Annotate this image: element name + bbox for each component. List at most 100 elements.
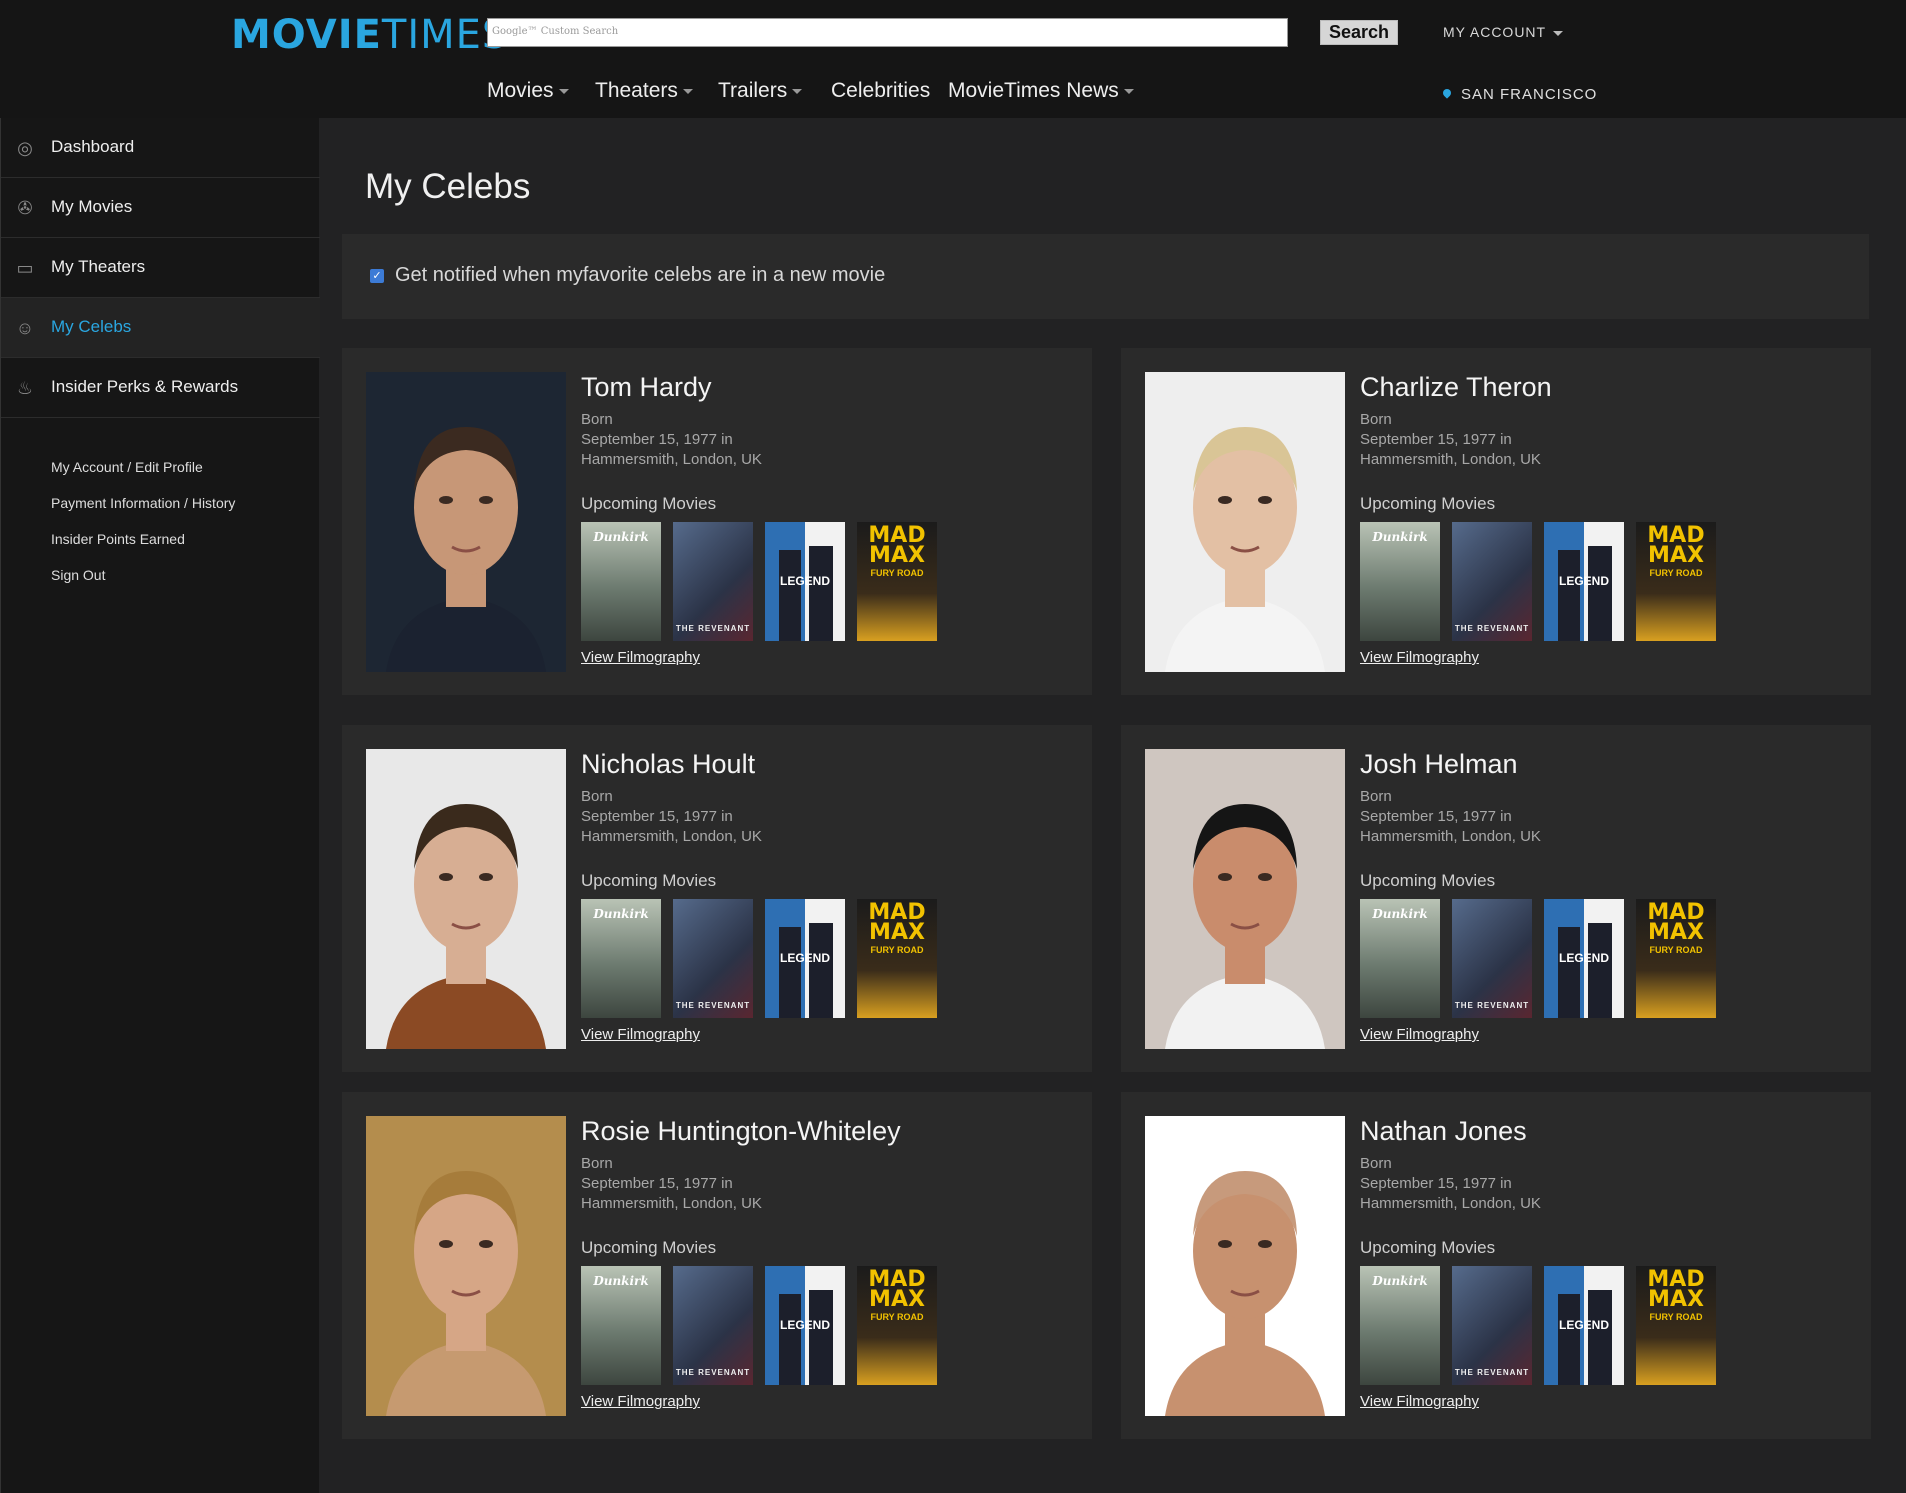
poster-dunkirk[interactable]: Dunkirk bbox=[1360, 1266, 1440, 1385]
poster-mad-max-fury-road[interactable]: MAD MAX FURY ROAD bbox=[857, 899, 937, 1018]
drink-cup-icon: ♨ bbox=[16, 378, 34, 398]
poster-mad-max-fury-road[interactable]: MAD MAX FURY ROAD bbox=[1636, 522, 1716, 641]
celeb-photo[interactable] bbox=[1145, 749, 1345, 1049]
poster-mad-max-fury-road[interactable]: MAD MAX FURY ROAD bbox=[1636, 899, 1716, 1018]
nav-theaters[interactable]: Theaters bbox=[595, 79, 693, 103]
sidebar-item-my-movies[interactable]: ✇ My Movies bbox=[1, 178, 320, 238]
upcoming-movies-label: Upcoming Movies bbox=[1360, 1238, 1496, 1257]
link-payment-history[interactable]: Payment Information / History bbox=[51, 495, 235, 511]
upcoming-movies-label: Upcoming Movies bbox=[581, 494, 717, 513]
search-button[interactable]: Search bbox=[1320, 20, 1398, 45]
celeb-card: Tom Hardy Born September 15, 1977 in Hammer… bbox=[342, 348, 1092, 695]
view-filmography-link[interactable]: View Filmography bbox=[1360, 1026, 1479, 1043]
sidebar-item-my-celebs[interactable]: ☺ My Celebs bbox=[1, 298, 320, 358]
location-selector[interactable]: SAN FRANCISCO bbox=[1441, 86, 1598, 103]
celeb-born-info: Born September 15, 1977 in Hammersmith, Lo… bbox=[1360, 787, 1541, 847]
celeb-photo[interactable] bbox=[1145, 372, 1345, 672]
celeb-born-info: Born September 15, 1977 in Hammersmith, Lo… bbox=[581, 787, 762, 847]
view-filmography-link[interactable]: View Filmography bbox=[1360, 649, 1479, 666]
nav-trailers[interactable]: Trailers bbox=[718, 79, 803, 103]
celeb-photo[interactable] bbox=[1145, 1116, 1345, 1416]
upcoming-movies-label: Upcoming Movies bbox=[581, 1238, 717, 1257]
poster-the-revenant[interactable]: THE REVENANT bbox=[673, 1266, 753, 1385]
upcoming-movies-label: Upcoming Movies bbox=[1360, 871, 1496, 890]
poster-legend[interactable]: LEGEND bbox=[765, 1266, 845, 1385]
celeb-name[interactable]: Charlize Theron bbox=[1360, 372, 1552, 403]
poster-legend[interactable]: LEGEND bbox=[1544, 522, 1624, 641]
sidebar-item-dashboard[interactable]: ◎ Dashboard bbox=[1, 118, 320, 178]
born-place: Hammersmith, London, UK bbox=[581, 828, 762, 845]
celeb-name[interactable]: Rosie Huntington-Whiteley bbox=[581, 1116, 901, 1147]
celeb-name[interactable]: Nathan Jones bbox=[1360, 1116, 1527, 1147]
celeb-card: Rosie Huntington-Whiteley Born September 1… bbox=[342, 1092, 1092, 1439]
poster-mad-max-fury-road[interactable]: MAD MAX FURY ROAD bbox=[857, 1266, 937, 1385]
born-label: Born bbox=[581, 411, 613, 428]
chevron-down-icon bbox=[1123, 88, 1134, 94]
poster-dunkirk[interactable]: Dunkirk bbox=[1360, 899, 1440, 1018]
chevron-down-icon bbox=[558, 88, 569, 94]
link-sign-out[interactable]: Sign Out bbox=[51, 567, 105, 583]
poster-dunkirk[interactable]: Dunkirk bbox=[581, 899, 661, 1018]
chevron-down-icon bbox=[792, 88, 803, 94]
poster-the-revenant[interactable]: THE REVENANT bbox=[1452, 899, 1532, 1018]
celeb-born-info: Born September 15, 1977 in Hammersmith, Lo… bbox=[1360, 1154, 1541, 1214]
poster-the-revenant[interactable]: THE REVENANT bbox=[673, 522, 753, 641]
nav-movietimes-news[interactable]: MovieTimes News bbox=[948, 79, 1134, 103]
notify-checkbox[interactable]: ✓ bbox=[370, 269, 384, 283]
born-label: Born bbox=[1360, 788, 1392, 805]
celeb-name[interactable]: Nicholas Hoult bbox=[581, 749, 755, 780]
born-label: Born bbox=[581, 1155, 613, 1172]
nav-movies[interactable]: Movies bbox=[487, 79, 569, 103]
poster-the-revenant[interactable]: THE REVENANT bbox=[1452, 522, 1532, 641]
celeb-name[interactable]: Josh Helman bbox=[1360, 749, 1518, 780]
sidebar-item-my-theaters[interactable]: ▭ My Theaters bbox=[1, 238, 320, 298]
top-header: MOVIETIMES Google™ Custom Search Search … bbox=[0, 0, 1906, 118]
chevron-down-icon bbox=[682, 88, 693, 94]
map-pin-icon bbox=[1441, 87, 1453, 99]
born-label: Born bbox=[1360, 411, 1392, 428]
poster-dunkirk[interactable]: Dunkirk bbox=[581, 522, 661, 641]
born-date: September 15, 1977 in bbox=[1360, 1175, 1512, 1192]
celeb-photo[interactable] bbox=[366, 372, 566, 672]
born-date: September 15, 1977 in bbox=[581, 431, 733, 448]
view-filmography-link[interactable]: View Filmography bbox=[581, 1026, 700, 1043]
poster-mad-max-fury-road[interactable]: MAD MAX FURY ROAD bbox=[857, 522, 937, 641]
view-filmography-link[interactable]: View Filmography bbox=[1360, 1393, 1479, 1410]
poster-mad-max-fury-road[interactable]: MAD MAX FURY ROAD bbox=[1636, 1266, 1716, 1385]
my-account-menu[interactable]: MY ACCOUNT bbox=[1443, 24, 1564, 40]
celeb-born-info: Born September 15, 1977 in Hammersmith, Lo… bbox=[581, 1154, 762, 1214]
sidebar-item-insider-perks[interactable]: ♨ Insider Perks & Rewards bbox=[1, 358, 320, 418]
sidebar: ◎ Dashboard ✇ My Movies ▭ My Theaters ☺ … bbox=[0, 118, 320, 1493]
born-date: September 15, 1977 in bbox=[1360, 431, 1512, 448]
poster-legend[interactable]: LEGEND bbox=[1544, 899, 1624, 1018]
born-place: Hammersmith, London, UK bbox=[1360, 828, 1541, 845]
view-filmography-link[interactable]: View Filmography bbox=[581, 649, 700, 666]
dashboard-icon: ◎ bbox=[17, 138, 33, 158]
logo-bold: MOVIE bbox=[231, 12, 382, 58]
view-filmography-link[interactable]: View Filmography bbox=[581, 1393, 700, 1410]
notify-panel: ✓ Get notified when myfavorite celebs ar… bbox=[342, 234, 1869, 319]
link-insider-points[interactable]: Insider Points Earned bbox=[51, 531, 185, 547]
born-place: Hammersmith, London, UK bbox=[581, 451, 762, 468]
celeb-card: Charlize Theron Born September 15, 1977 in… bbox=[1121, 348, 1871, 695]
celeb-photo[interactable] bbox=[366, 1116, 566, 1416]
notify-label: Get notified when myfavorite celebs are … bbox=[395, 264, 886, 286]
movietimes-logo[interactable]: MOVIETIMES bbox=[231, 12, 508, 58]
celeb-photo[interactable] bbox=[366, 749, 566, 1049]
born-date: September 15, 1977 in bbox=[1360, 808, 1512, 825]
poster-legend[interactable]: LEGEND bbox=[765, 899, 845, 1018]
celeb-card: Nathan Jones Born September 15, 1977 in Ham… bbox=[1121, 1092, 1871, 1439]
search-input[interactable]: Google™ Custom Search bbox=[487, 18, 1288, 47]
celeb-born-info: Born September 15, 1977 in Hammersmith, Lo… bbox=[1360, 410, 1541, 470]
poster-legend[interactable]: LEGEND bbox=[765, 522, 845, 641]
nav-celebrities[interactable]: Celebrities bbox=[831, 79, 930, 103]
poster-dunkirk[interactable]: Dunkirk bbox=[581, 1266, 661, 1385]
poster-the-revenant[interactable]: THE REVENANT bbox=[1452, 1266, 1532, 1385]
poster-legend[interactable]: LEGEND bbox=[1544, 1266, 1624, 1385]
link-account-edit-profile[interactable]: My Account / Edit Profile bbox=[51, 459, 203, 475]
poster-dunkirk[interactable]: Dunkirk bbox=[1360, 522, 1440, 641]
celeb-card: Josh Helman Born September 15, 1977 in Hamm… bbox=[1121, 725, 1871, 1072]
celeb-name[interactable]: Tom Hardy bbox=[581, 372, 712, 403]
poster-the-revenant[interactable]: THE REVENANT bbox=[673, 899, 753, 1018]
location-label: SAN FRANCISCO bbox=[1461, 86, 1598, 103]
